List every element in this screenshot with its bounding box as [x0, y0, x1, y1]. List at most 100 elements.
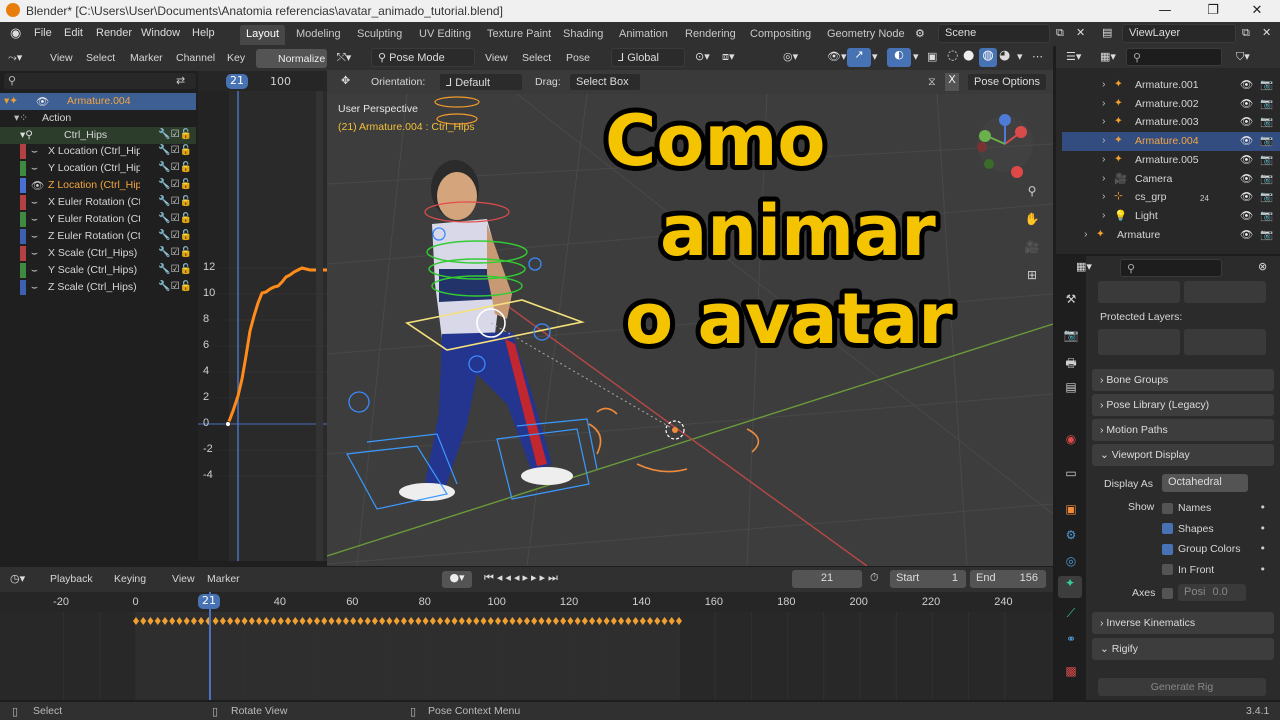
decorator-dot-icon[interactable]: •	[1260, 501, 1267, 514]
render-camera-icon[interactable]: 📷	[1260, 115, 1273, 128]
axes-position-field[interactable]: Posi 0.0	[1178, 584, 1246, 601]
fcurve-channel[interactable]: ⌣ Z Scale (Ctrl_Hips) 🔧☑🔓	[0, 279, 196, 296]
viewlayer-selector[interactable]: ViewLayer	[1122, 24, 1236, 43]
render-camera-icon[interactable]: 📷	[1260, 172, 1273, 185]
fcurve-channel[interactable]: ⌣ Y Location (Ctrl_Hip 🔧☑🔓	[0, 160, 196, 177]
curve-visibility-icon[interactable]: ⌣	[31, 213, 38, 226]
pan-hand-icon[interactable]: ✋	[1021, 212, 1043, 226]
visibility-eye-icon[interactable]: 👁	[1240, 115, 1253, 128]
graph-menu-marker[interactable]: Marker	[130, 52, 163, 64]
graph-menu-channel[interactable]: Channel	[176, 52, 215, 64]
texture-tab-icon[interactable]: ▩	[1060, 664, 1082, 678]
world-tab-icon[interactable]: ◉	[1060, 432, 1082, 446]
generate-rig-button[interactable]: Generate Rig	[1098, 678, 1266, 696]
menu-file[interactable]: File	[34, 27, 52, 39]
outliner-type-icon[interactable]: ☰▾	[1066, 50, 1081, 63]
timeline-ruler[interactable]	[0, 592, 1053, 612]
minimize-icon[interactable]: —	[1142, 0, 1188, 22]
tab-rendering[interactable]: Rendering	[679, 25, 742, 45]
checkbox[interactable]	[1162, 543, 1173, 555]
current-frame-indicator[interactable]: 21	[226, 74, 248, 89]
shading-solid-icon[interactable]: ●	[963, 48, 974, 63]
shading-wireframe-icon[interactable]: ◌	[947, 48, 958, 63]
visibility-eye-icon[interactable]: 👁	[1240, 228, 1253, 241]
properties-type-icon[interactable]: ▦▾	[1076, 260, 1092, 273]
start-frame-field[interactable]: Start 1	[890, 570, 966, 588]
panel-pose-library[interactable]: › Pose Library (Legacy)	[1092, 394, 1274, 416]
render-camera-icon[interactable]: 📷	[1260, 97, 1273, 110]
menu-edit[interactable]: Edit	[64, 27, 83, 39]
render-camera-icon[interactable]: 📷	[1260, 228, 1273, 241]
panel-viewport-display[interactable]: ⌄ Viewport Display	[1092, 444, 1274, 466]
channel-toggles-icon[interactable]: 🔧☑🔓	[158, 247, 192, 258]
pivot-icon[interactable]: ⊙▾	[695, 50, 710, 63]
outliner-row[interactable]: › ⊹ cs_grp 24 👁 📷	[1062, 188, 1280, 207]
outliner-filter-icon[interactable]: ▦▾	[1100, 50, 1116, 63]
output-tab-icon[interactable]: 🖶	[1060, 354, 1082, 375]
properties-pin-icon[interactable]: ⊗	[1258, 260, 1267, 273]
end-frame-field[interactable]: End 156	[970, 570, 1046, 588]
expand-icon[interactable]: ›	[1084, 228, 1088, 240]
expand-icon[interactable]: ›	[1102, 78, 1106, 90]
decorator-dot-icon[interactable]: •	[1260, 542, 1267, 555]
overlay-toggle-icon[interactable]: ◐	[887, 48, 911, 67]
curve-visibility-icon[interactable]: ⌣	[31, 247, 38, 260]
timeline-area[interactable]	[0, 592, 1053, 700]
mirror-icon[interactable]: ⧖	[928, 75, 936, 89]
pose-options-dropdown[interactable]: Pose Options	[967, 73, 1047, 91]
channel-toggles-icon[interactable]: 🔧☑🔓	[158, 129, 192, 140]
fcurve-channel[interactable]: 👁 Z Location (Ctrl_Hip 🔧☑🔓	[0, 177, 196, 194]
panel-bone-groups[interactable]: › Bone Groups	[1092, 369, 1274, 391]
decorator-dot-icon[interactable]: •	[1260, 522, 1267, 535]
timeline-menu-view[interactable]: View	[172, 573, 195, 585]
protected-layers-grid-2[interactable]	[1184, 329, 1266, 355]
zoom-icon[interactable]: ⚲	[1021, 184, 1043, 198]
outliner-row[interactable]: › ✦ Armature.003 👁 📷	[1062, 113, 1280, 132]
show-option-names[interactable]: Names •	[1162, 501, 1266, 519]
fcurve-channel[interactable]: ⌣ Y Scale (Ctrl_Hips) 🔧☑🔓	[0, 262, 196, 279]
outliner-row[interactable]: › ✦ Armature.002 👁 📷	[1062, 95, 1280, 114]
shading-dropdown-icon[interactable]: ▾	[1017, 50, 1023, 63]
channel-group-ctrl-hips[interactable]: ▾⚲ Ctrl_Hips 🔧☑🔓	[0, 127, 196, 144]
shading-rendered-icon[interactable]: ◕	[999, 48, 1010, 63]
checkbox[interactable]	[1162, 564, 1173, 575]
modifier-tab-icon[interactable]: ⚙	[1060, 528, 1082, 542]
timeline-menu-keying[interactable]: Keying	[114, 573, 146, 585]
fcurve-channel[interactable]: ⌣ Y Euler Rotation (Ct 🔧☑🔓	[0, 211, 196, 228]
outliner-row[interactable]: › ✦ Armature.001 👁 📷	[1062, 76, 1280, 95]
normalize-toggle[interactable]: Normalize	[256, 49, 327, 68]
channel-toggles-icon[interactable]: 🔧☑🔓	[158, 264, 192, 275]
graph-menu-select[interactable]: Select	[86, 52, 115, 64]
visibility-eye-icon[interactable]: 👁	[1240, 97, 1253, 110]
tool-tab-icon[interactable]: ⚒	[1060, 292, 1082, 306]
render-camera-icon[interactable]: 📷	[1260, 209, 1273, 222]
display-as-dropdown[interactable]: Octahedral	[1162, 474, 1248, 492]
outliner-row[interactable]: › 💡 Light 👁 📷	[1062, 207, 1280, 226]
viewport-menu-pose[interactable]: Pose	[566, 52, 590, 64]
expand-icon[interactable]: ›	[1102, 190, 1106, 202]
eye-icon[interactable]: 👁	[31, 179, 44, 192]
fcurve-channel[interactable]: ⌣ X Scale (Ctrl_Hips) 🔧☑🔓	[0, 245, 196, 262]
viewport-menu-view[interactable]: View	[485, 52, 508, 64]
drag-select-box-dropdown[interactable]: Select Box	[569, 73, 641, 91]
channel-toggles-icon[interactable]: 🔧☑🔓	[158, 196, 192, 207]
tab-sculpting[interactable]: Sculpting	[351, 25, 408, 45]
channel-toggles-icon[interactable]: 🔧☑🔓	[158, 162, 192, 173]
menu-window[interactable]: Window	[141, 27, 180, 39]
fcurve-channel[interactable]: ⌣ X Euler Rotation (Ct 🔧☑🔓	[0, 194, 196, 211]
visibility-eye-icon[interactable]: 👁	[1240, 172, 1253, 185]
channel-search-input[interactable]: ⚲	[4, 73, 196, 89]
outliner-search-input[interactable]: ⚲	[1126, 48, 1222, 66]
outliner-row[interactable]: › ✦ Armature.005 👁 📷	[1062, 151, 1280, 170]
axes-checkbox[interactable]	[1162, 588, 1173, 599]
new-scene-icon[interactable]: ⧉	[1056, 26, 1064, 40]
visibility-eye-icon[interactable]: 👁	[1240, 209, 1253, 222]
graph-scrollbar[interactable]	[316, 91, 323, 561]
checkbox[interactable]	[1162, 523, 1173, 534]
physics-tab-icon[interactable]: ◎	[1060, 554, 1082, 568]
keyframe-point[interactable]	[225, 421, 231, 427]
curve-visibility-icon[interactable]: ⌣	[31, 145, 38, 158]
curve-visibility-icon[interactable]: ⌣	[31, 281, 38, 294]
record-icon[interactable]: ●▾	[442, 571, 472, 588]
tab-animation[interactable]: Animation	[613, 25, 674, 45]
